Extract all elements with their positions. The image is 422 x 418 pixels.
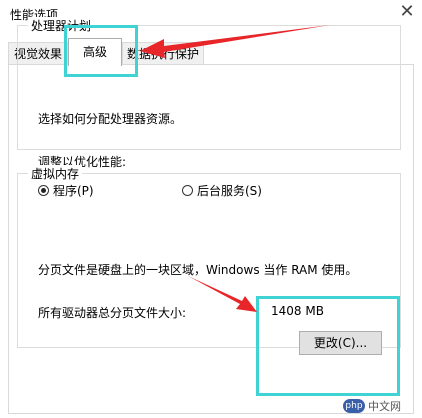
total-paging-file-value: 1408 MB xyxy=(271,304,324,318)
processor-group-title: 处理器计划 xyxy=(28,17,95,34)
php-logo: php xyxy=(343,399,365,413)
paging-file-description: 分页文件是硬盘上的一块区域，Windows 当作 RAM 使用。 xyxy=(38,263,358,277)
watermark-site: 中文网 xyxy=(368,400,401,413)
change-button[interactable]: 更改(C)... xyxy=(299,331,382,355)
close-icon[interactable]: ✕ xyxy=(396,1,418,23)
total-paging-file-label: 所有驱动器总分页文件大小: xyxy=(38,306,187,320)
tab-advanced[interactable]: 高级 xyxy=(68,38,122,66)
watermark: php 中文网 xyxy=(343,398,401,414)
virtual-memory-group-title: 虚拟内存 xyxy=(28,165,83,182)
processor-description: 选择如何分配处理器资源。 xyxy=(38,112,183,126)
